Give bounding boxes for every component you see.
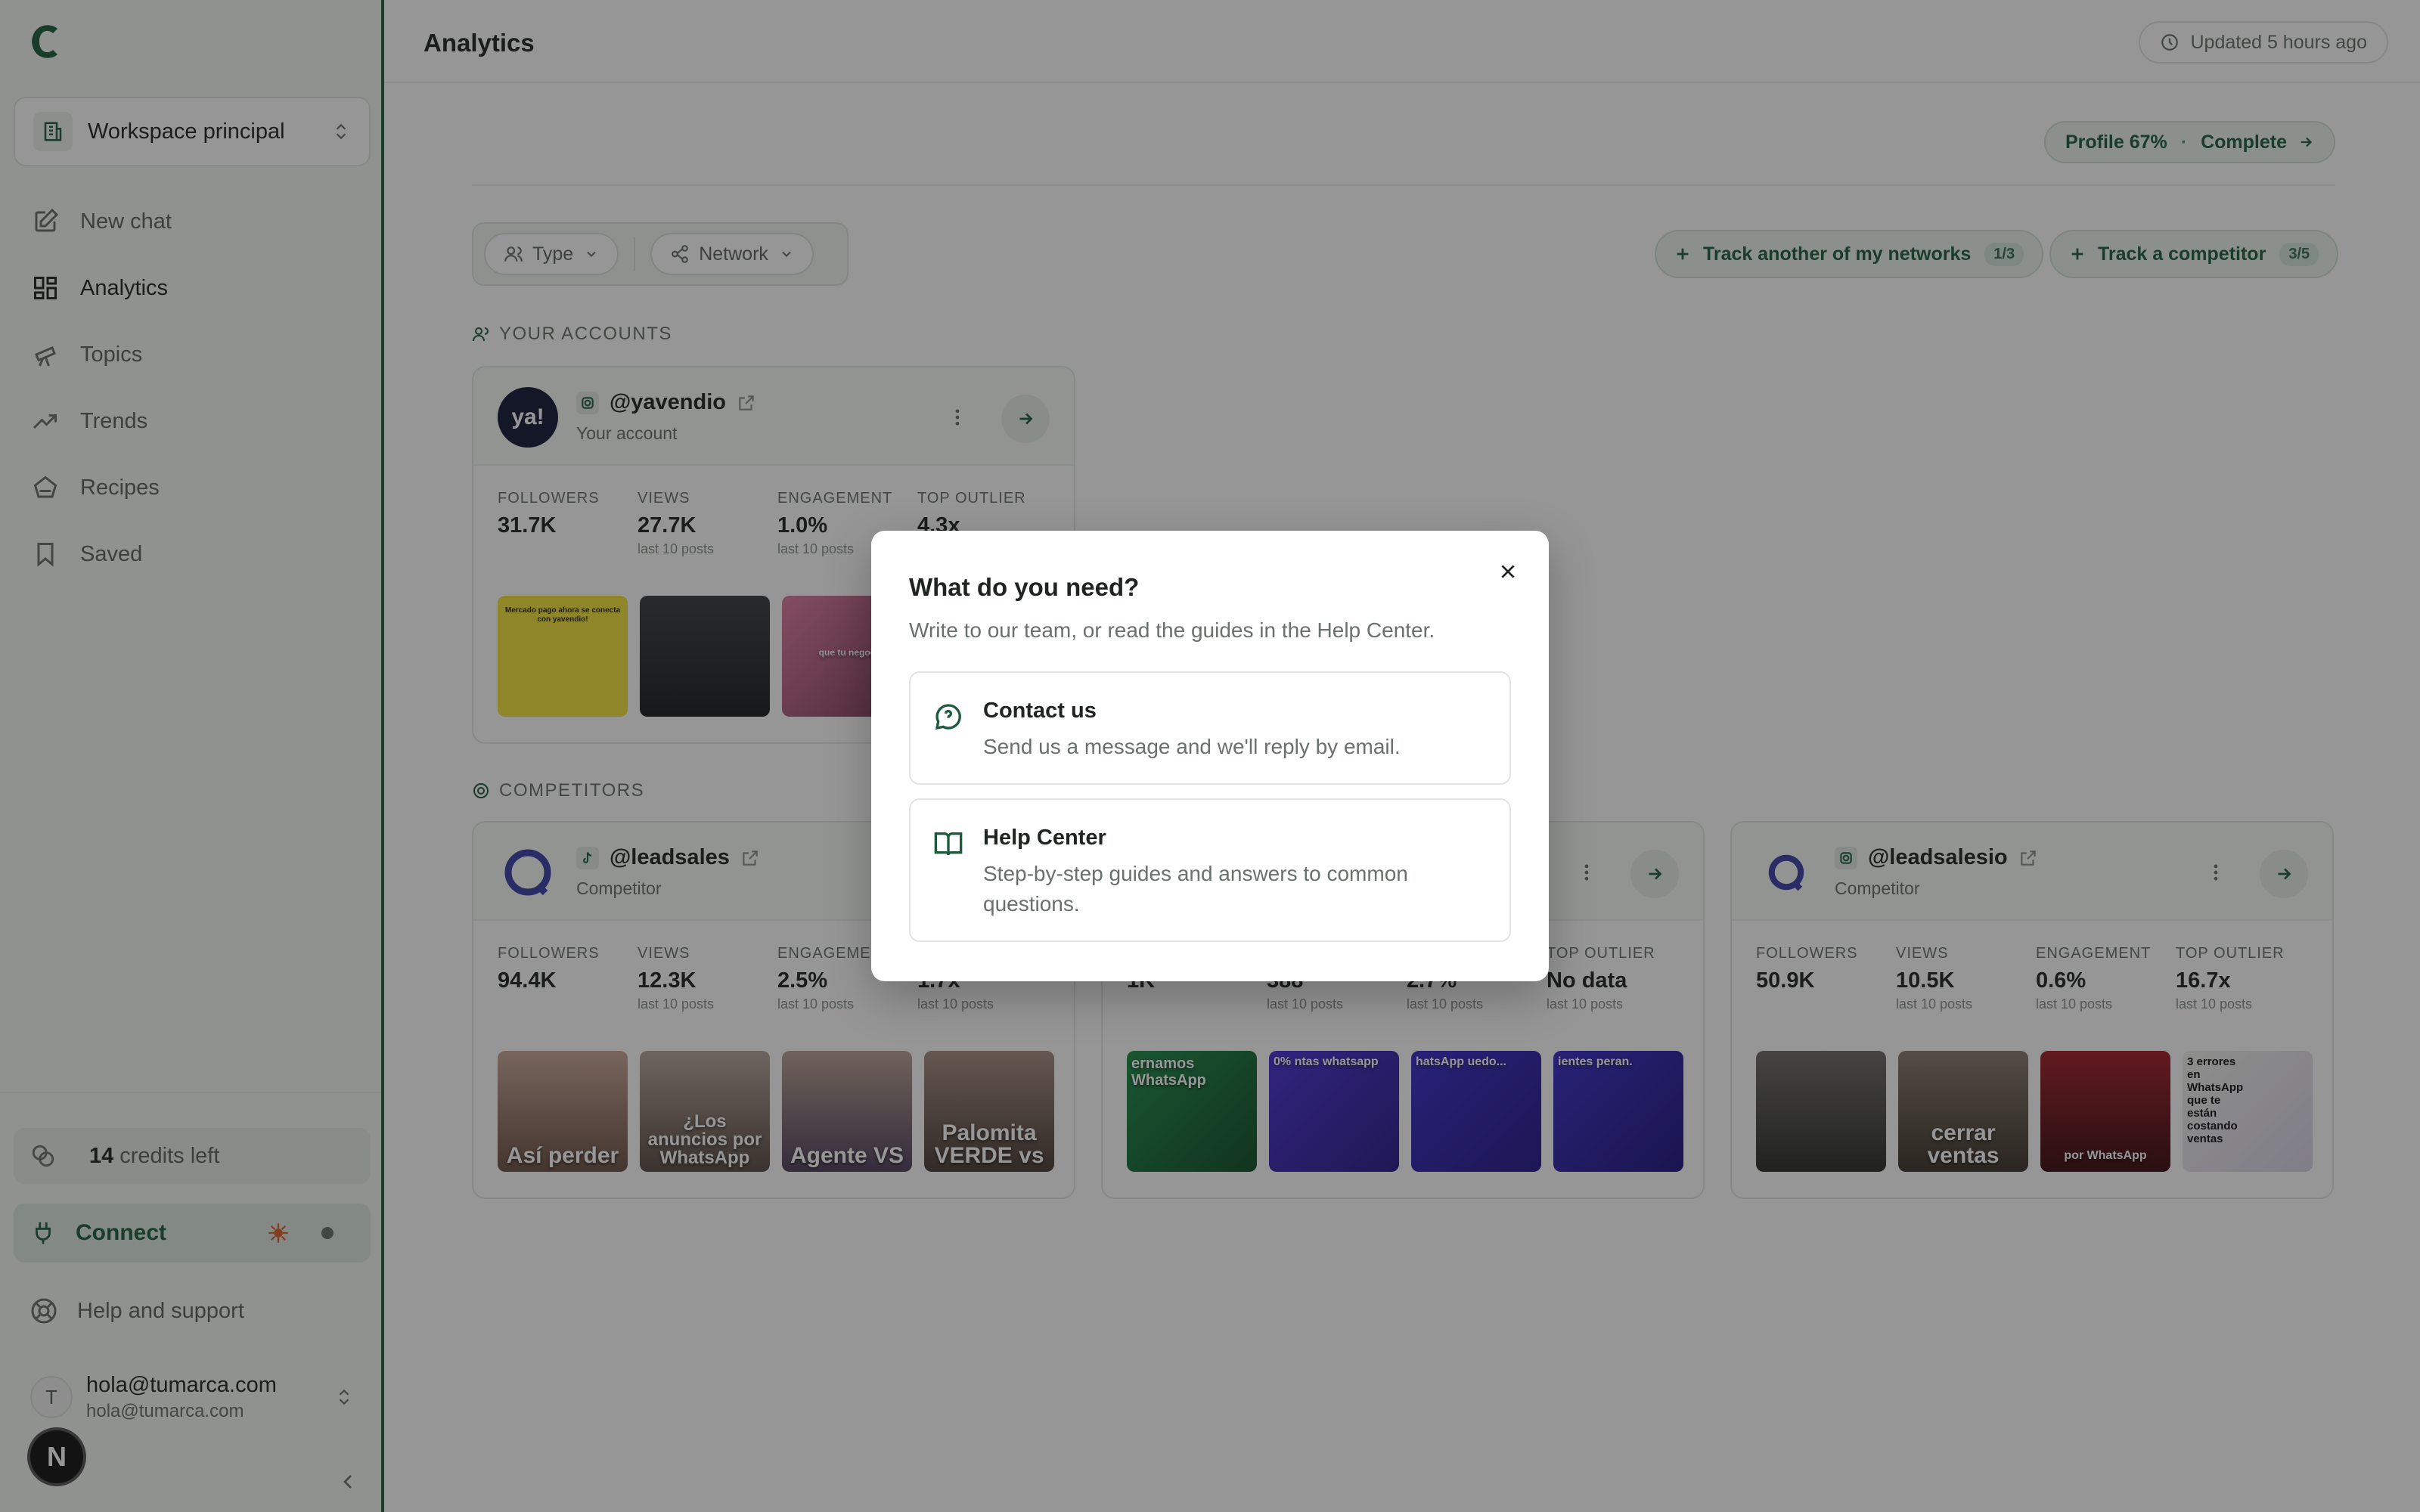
close-icon — [1501, 565, 1515, 578]
modal-title: What do you need? — [909, 573, 1140, 601]
option-description: Send us a message and we'll reply by ema… — [983, 735, 1401, 758]
help-center-option[interactable]: Help Center Step-by-step guides and answ… — [909, 798, 1511, 942]
contact-us-option[interactable]: Contact us Send us a message and we'll r… — [909, 671, 1511, 785]
modal-backdrop[interactable]: What do you need? Write to our team, or … — [0, 0, 2420, 1512]
message-question-icon — [935, 704, 961, 730]
option-title: Help Center — [983, 826, 1106, 850]
book-open-icon — [934, 832, 963, 856]
help-modal: What do you need? Write to our team, or … — [871, 531, 1549, 981]
close-button[interactable] — [1493, 556, 1523, 587]
app-root: Workspace principal New chat Analytics T… — [0, 0, 2420, 1512]
modal-description: Write to our team, or read the guides in… — [909, 618, 1435, 642]
option-title: Contact us — [983, 699, 1097, 723]
option-description: Step-by-step guides and answers to commo… — [983, 862, 1408, 916]
